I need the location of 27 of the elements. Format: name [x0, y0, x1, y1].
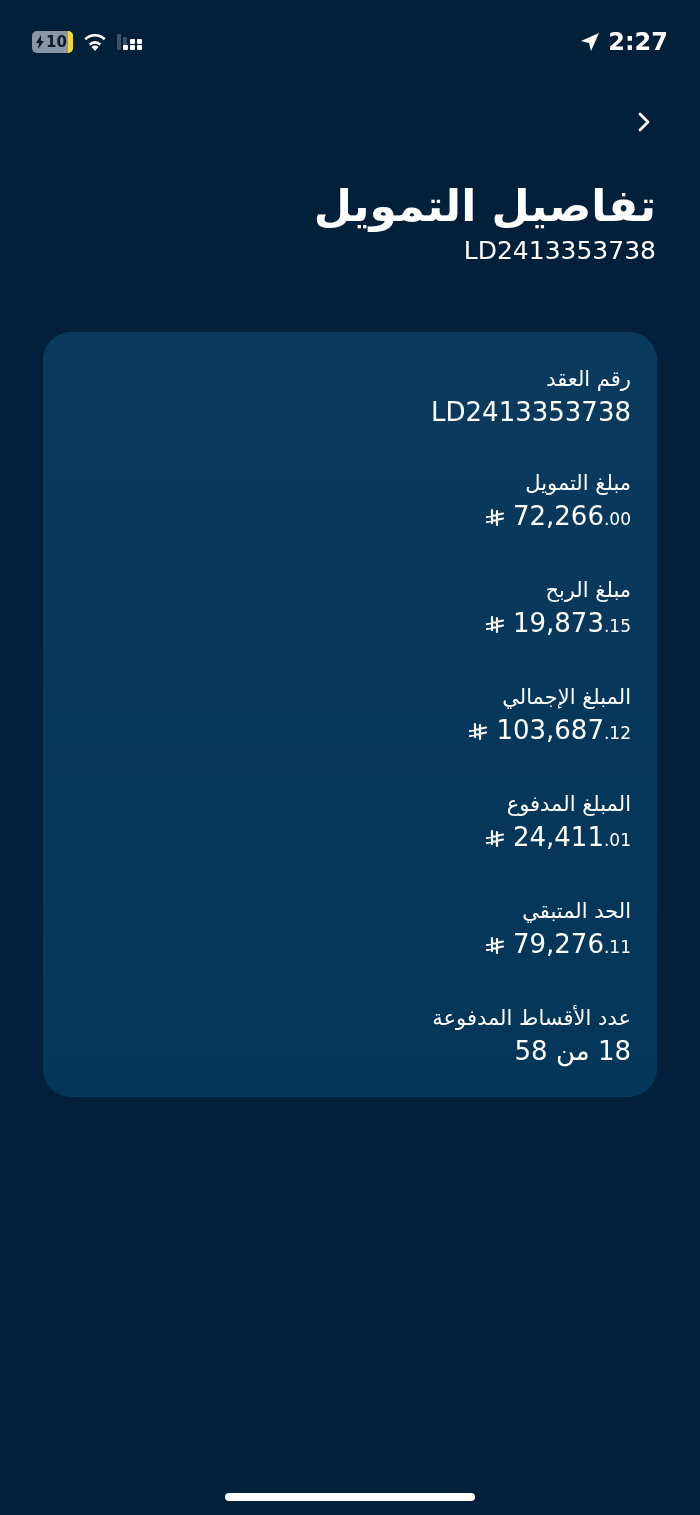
detail-value: 18 من 58: [514, 1035, 631, 1069]
amount-value: 19,873.15: [512, 607, 631, 640]
signal-icon: [116, 32, 145, 52]
detail-label: عدد الأقساط المدفوعة: [432, 1004, 631, 1032]
amount-value: 24,411.01: [512, 821, 631, 854]
currency-icon: [468, 721, 489, 742]
amount-value: 72,266.00: [512, 500, 631, 533]
wifi-icon: [82, 33, 107, 51]
charge-indicator: [67, 31, 73, 53]
detail-label: الحد المتبقي: [522, 898, 631, 925]
currency-icon: [484, 614, 505, 635]
clock-time: 2:27: [608, 27, 668, 58]
currency-icon: [484, 507, 505, 528]
location-icon: [580, 32, 601, 52]
battery-level: 10: [45, 34, 68, 50]
amount-value: 79,276.11: [512, 928, 631, 961]
detail-label: مبلغ الربح: [545, 577, 631, 604]
amount-value: 103,687.12: [496, 714, 631, 747]
currency-icon: [484, 828, 505, 849]
detail-value: LD2413353738: [431, 396, 631, 429]
detail-label: رقم العقد: [546, 366, 631, 393]
page-title: تفاصيل التمويل: [313, 179, 656, 234]
currency-icon: [484, 935, 505, 956]
detail-label: المبلغ الإجمالي: [502, 684, 631, 711]
detail-label: مبلغ التمويل: [525, 470, 631, 497]
page-subtitle: LD2413353738: [463, 235, 656, 267]
detail-label: المبلغ المدفوع: [506, 791, 631, 818]
